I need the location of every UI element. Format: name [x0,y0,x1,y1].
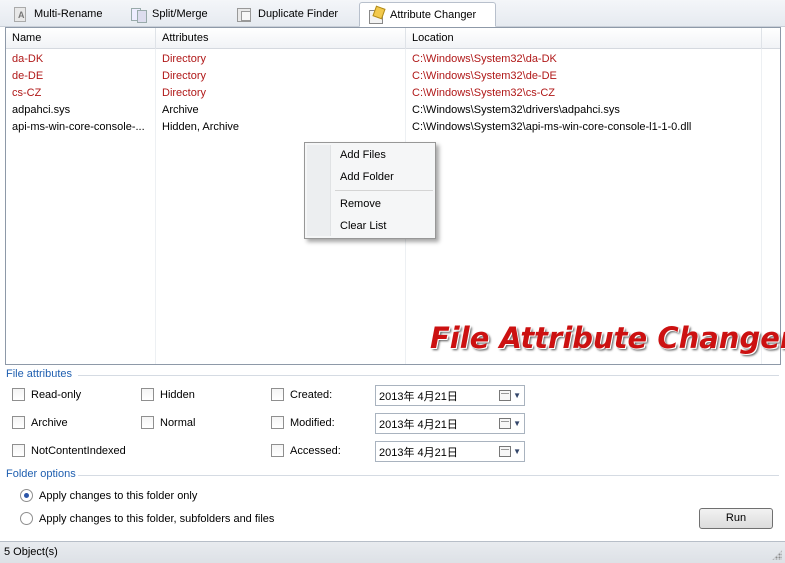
cell-attributes: Directory [162,70,207,82]
column-divider [761,49,762,364]
group-divider [78,375,779,376]
table-row[interactable]: da-DK Directory C:\Windows\System32\da-D… [6,51,761,68]
calendar-icon [499,446,512,457]
resize-grip-icon[interactable] [772,550,782,560]
chevron-down-icon[interactable]: ▼ [513,419,521,428]
apply-subfolders-radio[interactable]: Apply changes to this folder, subfolders… [20,512,274,525]
menu-separator [335,190,433,191]
run-button[interactable]: Run [699,508,773,529]
cell-location: C:\Windows\System32\da-DK [412,53,557,65]
cell-location: C:\Windows\System32\drivers\adpahci.sys [412,104,620,116]
apply-this-folder-radio[interactable]: Apply changes to this folder only [20,489,197,502]
checkbox-box[interactable] [271,416,284,429]
checkbox-label: NotContentIndexed [31,444,126,457]
chevron-down-icon[interactable]: ▼ [513,391,521,400]
tab-label: Attribute Changer [390,8,477,21]
object-count: 5 Object(s) [4,546,58,558]
context-menu: Add Files Add Folder Remove Clear List [304,142,436,239]
table-row[interactable]: api-ms-win-core-console-... Hidden, Arch… [6,119,761,136]
tab-label: Split/Merge [152,8,208,20]
status-bar: 5 Object(s) [0,541,785,563]
cell-location: C:\Windows\System32\api-ms-win-core-cons… [412,121,692,133]
created-date-picker[interactable]: 2013年 4月21日 ▼ [375,385,525,406]
checkbox-label: Read-only [31,388,82,401]
menu-item-clear-list[interactable]: Clear List [332,216,434,236]
cell-attributes: Archive [162,104,199,116]
tab-attribute-changer[interactable]: Attribute Changer [359,2,496,27]
checkbox-label: Accessed: [290,444,341,457]
file-attributes-group-label: File attributes [6,368,73,380]
duplicate-finder-icon [236,6,252,22]
checkbox-box[interactable] [12,416,25,429]
hidden-checkbox[interactable]: Hidden [141,388,195,401]
cell-name: cs-CZ [12,87,42,99]
app-watermark-title: File Attribute Changer [430,321,785,355]
date-value: 2013年 4月21日 [379,390,458,403]
cell-attributes: Hidden, Archive [162,121,240,133]
folder-options-group-label: Folder options [6,468,76,480]
checkbox-label: Created: [290,388,333,401]
menu-icon-gutter [307,145,331,236]
radio-label: Apply changes to this folder only [39,489,198,502]
archive-checkbox[interactable]: Archive [12,416,68,429]
read-only-checkbox[interactable]: Read-only [12,388,81,401]
split-merge-icon [130,6,147,23]
cell-name: api-ms-win-core-console-... [12,121,145,133]
not-content-indexed-checkbox[interactable]: NotContentIndexed [12,444,126,457]
modified-date-picker[interactable]: 2013年 4月21日 ▼ [375,413,525,434]
checkbox-box[interactable] [12,444,25,457]
checkbox-box[interactable] [271,388,284,401]
tab-label: Multi-Rename [34,8,103,20]
cell-name: de-DE [12,70,44,82]
column-header-location[interactable]: Location [406,28,762,49]
calendar-icon [499,418,512,429]
date-value: 2013年 4月21日 [379,446,458,459]
tab-bar: Multi-Rename Split/Merge Duplicate Finde… [0,0,785,27]
normal-checkbox[interactable]: Normal [141,416,195,429]
cell-location: C:\Windows\System32\cs-CZ [412,87,556,99]
radio-button[interactable] [20,512,33,525]
calendar-icon [499,390,512,401]
tab-label: Duplicate Finder [258,8,339,20]
checkbox-label: Normal [160,416,196,429]
accessed-date-picker[interactable]: 2013年 4月21日 ▼ [375,441,525,462]
radio-button[interactable] [20,489,33,502]
checkbox-label: Archive [31,416,68,429]
cell-location: C:\Windows\System32\de-DE [412,70,557,82]
table-row[interactable]: adpahci.sys Archive C:\Windows\System32\… [6,102,761,119]
checkbox-box[interactable] [141,416,154,429]
checkbox-label: Modified: [290,416,335,429]
cell-name: adpahci.sys [12,104,71,116]
tab-multi-rename[interactable]: Multi-Rename [4,2,110,26]
checkbox-label: Hidden [160,388,195,401]
table-row[interactable]: de-DE Directory C:\Windows\System32\de-D… [6,68,761,85]
checkbox-box[interactable] [141,388,154,401]
tab-duplicate-finder[interactable]: Duplicate Finder [228,2,346,26]
checkbox-box[interactable] [271,444,284,457]
radio-label: Apply changes to this folder, subfolders… [39,512,275,525]
modified-checkbox[interactable]: Modified: [271,416,335,429]
list-header: Name Attributes Location [6,28,780,49]
group-divider [78,475,779,476]
accessed-checkbox[interactable]: Accessed: [271,444,341,457]
tab-split-merge[interactable]: Split/Merge [122,2,216,26]
menu-item-add-folder[interactable]: Add Folder [332,167,434,187]
menu-item-remove[interactable]: Remove [332,194,434,214]
created-checkbox[interactable]: Created: [271,388,332,401]
rename-icon [12,6,28,22]
cell-attributes: Directory [162,53,207,65]
date-value: 2013年 4月21日 [379,418,458,431]
cell-name: da-DK [12,53,44,65]
attribute-changer-icon [368,7,384,24]
column-header-name[interactable]: Name [6,28,156,49]
table-row[interactable]: cs-CZ Directory C:\Windows\System32\cs-C… [6,85,761,102]
checkbox-box[interactable] [12,388,25,401]
cell-attributes: Directory [162,87,207,99]
column-header-attributes[interactable]: Attributes [156,28,406,49]
chevron-down-icon[interactable]: ▼ [513,447,521,456]
menu-item-add-files[interactable]: Add Files [332,145,434,165]
